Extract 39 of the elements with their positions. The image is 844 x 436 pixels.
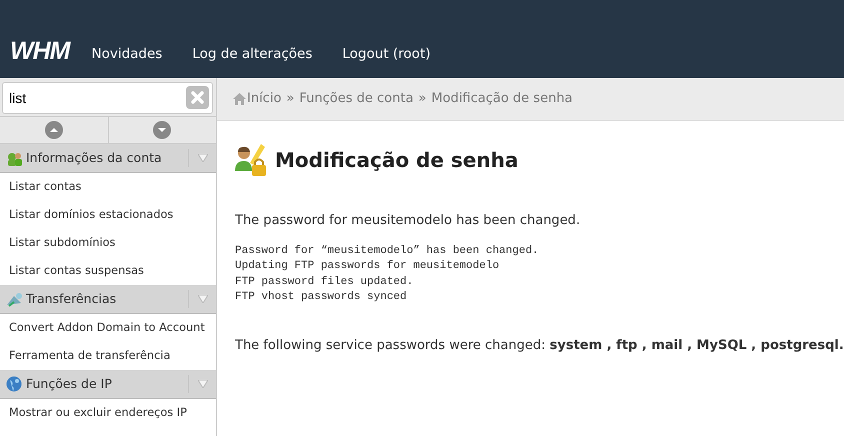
search-field[interactable]: list [2, 82, 213, 114]
caret-icon[interactable] [198, 380, 208, 388]
caret-icon[interactable] [198, 295, 208, 303]
log-line: Password for “meusitemodelo” has been changed. [235, 244, 540, 258]
section-title: Informações da conta [26, 148, 163, 167]
breadcrumb-separator: » [418, 90, 426, 108]
section-title: Transferências [26, 290, 118, 308]
breadcrumb-link[interactable]: Início [247, 89, 282, 109]
sidebar-item[interactable]: Convert Addon Domain to Account [0, 314, 216, 342]
message: The password for meusitemodelo has been changed. [235, 212, 582, 230]
section-header[interactable]: Informações da conta [0, 144, 216, 173]
user-lock-icon [235, 143, 267, 177]
sidebar-item[interactable]: Listar contas suspensas [0, 257, 216, 285]
users-icon [6, 150, 22, 166]
nav-link[interactable]: Logout (root) [342, 46, 431, 64]
sidebar-item[interactable]: Listar subdomínios [0, 229, 216, 257]
caret-icon[interactable] [198, 154, 208, 162]
log-line: FTP vhost passwords synced [235, 290, 408, 305]
nav-link[interactable]: Log de alterações [192, 46, 312, 64]
page-title: Modificação de senha [275, 148, 518, 172]
logo[interactable]: WHM [10, 39, 70, 64]
nav-link[interactable]: Novidades [91, 46, 162, 64]
section-title: Funções de IP [26, 374, 113, 393]
service-message: The following service passwords were changed: system , ftp , mail , MySQL , postgresql. [235, 336, 844, 354]
section-header[interactable]: Transferências [0, 285, 216, 314]
sidebar-item[interactable]: Listar domínios estacionados [0, 201, 216, 229]
breadcrumb-link[interactable]: Funções de conta [299, 89, 414, 109]
home-icon [233, 93, 246, 105]
breadcrumb-separator: » [286, 90, 294, 108]
log-line: FTP password files updated. [235, 274, 414, 290]
sidebar-item[interactable]: Mostrar ou excluir endereços IP [0, 399, 216, 427]
section-header[interactable]: Funções de IP [0, 370, 216, 399]
clear-icon[interactable] [186, 86, 209, 109]
sidebar-item[interactable]: Listar contas [0, 173, 216, 201]
breadcrumb-current: Modificação de senha [431, 90, 573, 108]
sidebar-item[interactable]: Ferramenta de transferência [0, 342, 216, 370]
globe-icon [6, 376, 22, 392]
log-line: Updating FTP passwords for meusitemodelo [235, 259, 500, 274]
transfer-icon [6, 291, 22, 307]
